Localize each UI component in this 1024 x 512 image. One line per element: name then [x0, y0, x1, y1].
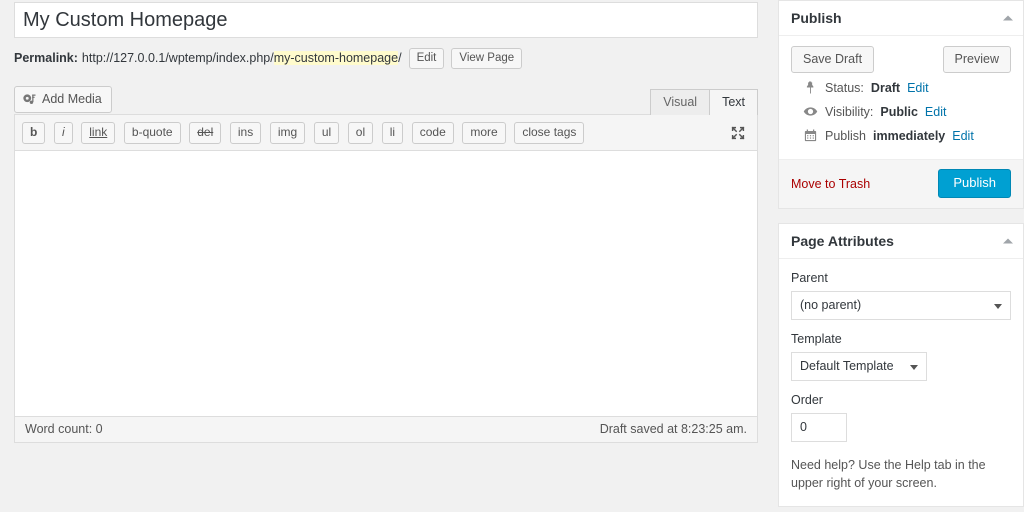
- visibility-row: Visibility: Public Edit: [791, 97, 1011, 121]
- status-prefix: Status:: [825, 80, 864, 95]
- qt-button-del[interactable]: del: [189, 122, 222, 144]
- page-attributes-title: Page Attributes: [791, 233, 894, 249]
- page-attributes-header[interactable]: Page Attributes: [779, 224, 1023, 259]
- tab-text[interactable]: Text: [710, 89, 758, 115]
- permalink-base-url: http://127.0.0.1/wptemp/index.php/: [81, 51, 274, 65]
- editor-mode-tabs: Visual Text: [650, 89, 758, 115]
- parent-label: Parent: [791, 271, 828, 285]
- save-draft-button[interactable]: Save Draft: [791, 46, 875, 73]
- add-media-button[interactable]: Add Media: [14, 86, 112, 113]
- chevron-up-icon[interactable]: [1003, 15, 1013, 21]
- status-value: Draft: [870, 80, 901, 95]
- qt-button-b[interactable]: b: [22, 122, 46, 144]
- edit-publish-date-link[interactable]: Edit: [952, 129, 974, 143]
- post-content-textarea[interactable]: [15, 151, 757, 416]
- edit-status-link[interactable]: Edit: [907, 81, 929, 95]
- chevron-down-icon: [910, 364, 918, 370]
- editor-column: Permalink: http://127.0.0.1/wptemp/index…: [0, 0, 772, 443]
- edit-permalink-button[interactable]: Edit: [408, 47, 445, 69]
- eye-icon: [803, 104, 818, 119]
- edit-visibility-link[interactable]: Edit: [925, 105, 947, 119]
- editor-status-bar: Word count: 0 Draft saved at 8:23:25 am.: [15, 416, 757, 442]
- wordpress-page-editor: Permalink: http://127.0.0.1/wptemp/index…: [0, 0, 1024, 512]
- quicktags-toolbar: b i link b-quote del ins img ul ol li co…: [15, 115, 757, 151]
- publish-date-value: immediately: [873, 128, 946, 143]
- preview-button[interactable]: Preview: [942, 46, 1011, 73]
- order-input[interactable]: [791, 413, 847, 442]
- tab-visual[interactable]: Visual: [650, 89, 711, 115]
- qt-button-close-tags[interactable]: close tags: [514, 122, 585, 144]
- draft-saved-status: Draft saved at 8:23:25 am.: [599, 422, 747, 436]
- move-to-trash-link[interactable]: Move to Trash: [791, 177, 870, 191]
- calendar-icon: [803, 128, 818, 143]
- media-and-tabs-row: Add Media Visual Text: [14, 86, 758, 115]
- word-count: Word count: 0: [25, 422, 103, 436]
- qt-button-ol[interactable]: ol: [347, 122, 374, 144]
- add-media-label: Add Media: [42, 92, 102, 106]
- qt-button-code[interactable]: code: [411, 122, 454, 144]
- parent-select-value: (no parent): [800, 298, 862, 312]
- post-title-input[interactable]: [14, 2, 758, 38]
- fullscreen-icon[interactable]: [729, 124, 747, 142]
- template-label: Template: [791, 332, 842, 346]
- chevron-up-icon[interactable]: [1003, 238, 1013, 244]
- permalink-row: Permalink: http://127.0.0.1/wptemp/index…: [14, 46, 758, 70]
- publish-box-body: Save Draft Preview Status: Draft Edit Vi…: [779, 36, 1023, 149]
- parent-select[interactable]: (no parent): [791, 291, 1011, 320]
- publish-date-row: Publish immediately Edit: [791, 121, 1011, 145]
- pin-icon: [803, 80, 818, 95]
- publish-actions-row: Save Draft Preview: [791, 46, 1011, 73]
- qt-button-link[interactable]: link: [81, 122, 116, 144]
- sidebar: Publish Save Draft Preview Status: Draft: [778, 0, 1024, 512]
- template-select[interactable]: Default Template: [791, 352, 927, 381]
- permalink-label: Permalink:: [14, 51, 78, 65]
- page-attributes-body: Parent (no parent) Template Default Temp…: [779, 259, 1023, 506]
- permalink-slug: my-custom-homepage: [273, 51, 399, 65]
- qt-button-li[interactable]: li: [381, 122, 404, 144]
- qt-button-more[interactable]: more: [462, 122, 506, 144]
- order-label: Order: [791, 393, 823, 407]
- help-text: Need help? Use the Help tab in the upper…: [791, 458, 986, 490]
- template-select-value: Default Template: [800, 359, 894, 373]
- visibility-value: Public: [880, 104, 918, 119]
- publish-date-prefix: Publish: [825, 128, 866, 143]
- status-row: Status: Draft Edit: [791, 73, 1011, 97]
- publish-box-title: Publish: [791, 10, 842, 26]
- qt-button-ins[interactable]: ins: [229, 122, 262, 144]
- permalink-slug-trailing-slash: /: [398, 51, 402, 65]
- view-page-button[interactable]: View Page: [451, 47, 523, 69]
- publish-footer: Move to Trash Publish: [779, 159, 1023, 208]
- qt-button-i[interactable]: i: [53, 122, 73, 144]
- chevron-down-icon: [994, 303, 1002, 309]
- editor-container: b i link b-quote del ins img ul ol li co…: [14, 114, 758, 443]
- visibility-prefix: Visibility:: [825, 104, 874, 119]
- publish-box-header[interactable]: Publish: [779, 1, 1023, 36]
- title-field-wrapper: [14, 0, 758, 38]
- media-icon: [22, 93, 37, 108]
- publish-button[interactable]: Publish: [938, 169, 1011, 198]
- publish-box: Publish Save Draft Preview Status: Draft: [778, 0, 1024, 209]
- qt-button-ul[interactable]: ul: [313, 122, 340, 144]
- page-attributes-box: Page Attributes Parent (no parent) Templ…: [778, 223, 1024, 507]
- qt-button-img[interactable]: img: [269, 122, 306, 144]
- qt-button-b-quote[interactable]: b-quote: [123, 122, 181, 144]
